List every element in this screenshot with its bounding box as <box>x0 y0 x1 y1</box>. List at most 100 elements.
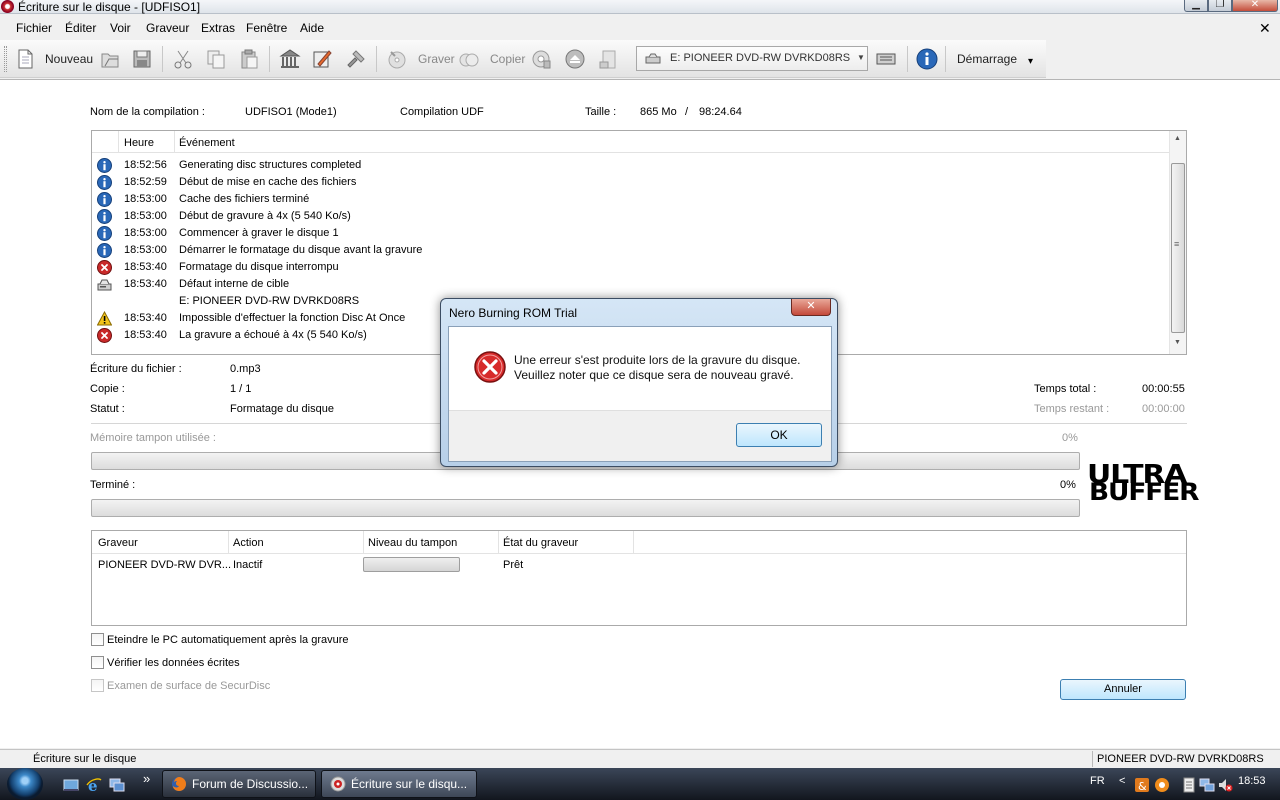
avast-tray-icon[interactable] <box>1154 777 1170 793</box>
menu-extras[interactable]: Extras <box>201 21 235 35</box>
menu-fenetre[interactable]: Fenêtre <box>246 21 287 35</box>
log-message: Impossible d'effectuer la fonction Disc … <box>179 312 406 324</box>
save-icon[interactable] <box>131 48 153 70</box>
ok-button[interactable]: OK <box>736 423 822 447</box>
recorder-table[interactable]: Graveur Action Niveau du tampon État du … <box>91 530 1187 626</box>
column-header-buffer-level[interactable]: Niveau du tampon <box>368 537 457 549</box>
log-row[interactable]: 18:53:00 Début de gravure à 4x (5 540 Ko/… <box>92 208 1169 225</box>
toolbar-separator <box>945 46 946 72</box>
info-icon[interactable] <box>916 48 938 70</box>
disc-library-icon[interactable] <box>279 48 301 70</box>
show-desktop-icon[interactable] <box>63 777 79 793</box>
dialog-message-line1: Une erreur s'est produite lors de la gra… <box>514 353 801 367</box>
menu-graveur[interactable]: Graveur <box>146 21 189 35</box>
cut-icon[interactable] <box>172 48 194 70</box>
recorder-name[interactable]: PIONEER DVD-RW DVR... <box>98 559 231 571</box>
minimize-button[interactable]: ▁ <box>1184 0 1208 12</box>
switch-windows-icon[interactable] <box>109 777 125 793</box>
burn-icon[interactable] <box>386 48 408 70</box>
close-button[interactable]: ✕ <box>1232 0 1278 12</box>
toolbar-grip[interactable] <box>4 46 7 72</box>
log-row[interactable]: 18:52:56 Generating disc structures compl… <box>92 157 1169 174</box>
menu-fichier[interactable]: Fichier <box>16 21 52 35</box>
network-tray-icon[interactable] <box>1199 777 1215 793</box>
start-button[interactable] <box>7 768 43 800</box>
taskbar-item-forum[interactable]: Forum de Discussio... <box>162 770 316 798</box>
log-row[interactable]: 18:53:40 Défaut interne de cible <box>92 276 1169 293</box>
internet-explorer-icon[interactable]: e <box>86 777 102 793</box>
taskbar-item-label: Forum de Discussio... <box>192 777 309 791</box>
column-header-recorder-state[interactable]: État du graveur <box>503 537 578 549</box>
column-separator <box>118 131 119 153</box>
column-header-action[interactable]: Action <box>233 537 264 549</box>
toolbar-overflow-icon[interactable]: ▾ <box>1028 56 1033 67</box>
copy-button[interactable]: Copier <box>490 52 525 66</box>
erase-disc-icon[interactable] <box>597 48 619 70</box>
dialog-close-button[interactable]: ✕ <box>791 299 831 316</box>
event-log-scrollbar[interactable]: ▲ ≡ ▼ <box>1169 131 1186 354</box>
quick-launch-more[interactable]: » <box>143 771 150 786</box>
volume-muted-icon[interactable] <box>1217 777 1233 793</box>
log-row[interactable]: 18:53:40 Formatage du disque interrompu <box>92 259 1169 276</box>
scroll-down-arrow-icon[interactable]: ▼ <box>1174 339 1181 346</box>
info-icon <box>97 175 112 190</box>
verify-checkbox[interactable] <box>91 656 104 669</box>
new-button[interactable]: Nouveau <box>45 52 93 66</box>
tools-icon[interactable] <box>345 48 367 70</box>
shutdown-checkbox[interactable] <box>91 633 104 646</box>
securdisc-checkbox-label[interactable]: Examen de surface de SecurDisc <box>107 680 270 692</box>
column-header-recorder[interactable]: Graveur <box>98 537 138 549</box>
new-document-icon[interactable] <box>14 48 36 70</box>
toolbar-separator <box>376 46 377 72</box>
document-close-icon[interactable]: ✕ <box>1259 20 1271 37</box>
shutdown-checkbox-label[interactable]: Eteindre le PC automatiquement après la … <box>107 634 349 646</box>
ubuntu-tray-icon[interactable]: & <box>1134 777 1150 793</box>
dvd-drive-icon <box>645 53 661 64</box>
menu-bar: Fichier Éditer Voir Graveur Extras Fenêt… <box>0 16 1280 40</box>
burn-button[interactable]: Graver <box>418 52 455 66</box>
log-time: 18:52:56 <box>124 159 167 171</box>
warning-icon <box>97 311 112 326</box>
paste-icon[interactable] <box>238 48 260 70</box>
language-indicator[interactable]: FR <box>1090 775 1105 787</box>
column-header-event[interactable]: Événement <box>179 137 235 149</box>
cover-designer-icon[interactable] <box>311 48 333 70</box>
disc-info-icon[interactable] <box>530 48 552 70</box>
drive-options-icon[interactable] <box>875 48 897 70</box>
clock[interactable]: 18:53 <box>1238 775 1266 787</box>
open-icon[interactable] <box>99 48 121 70</box>
cancel-button[interactable]: Annuler <box>1060 679 1186 700</box>
menu-aide[interactable]: Aide <box>300 21 324 35</box>
copy-icon[interactable] <box>205 48 227 70</box>
status-bar: Écriture sur le disque PIONEER DVD-RW DV… <box>0 749 1280 768</box>
file-label: Écriture du fichier : <box>90 363 182 375</box>
securdisc-checkbox[interactable] <box>91 679 104 692</box>
log-row[interactable]: 18:53:00 Commencer à graver le disque 1 <box>92 225 1169 242</box>
log-message: Commencer à graver le disque 1 <box>179 227 339 239</box>
log-message: Défaut interne de cible <box>179 278 290 290</box>
error-icon <box>97 328 112 343</box>
file-value: 0.mp3 <box>230 363 261 375</box>
compilation-name-label: Nom de la compilation : <box>90 106 205 118</box>
column-header-time[interactable]: Heure <box>124 137 154 149</box>
recorder-state: Prêt <box>503 559 524 571</box>
window-title: Écriture sur le disque - [UDFISO1] <box>18 0 201 14</box>
scroll-up-arrow-icon[interactable]: ▲ <box>1174 135 1181 142</box>
drive-select[interactable]: E: PIONEER DVD-RW DVRKD08RS ▼ <box>636 46 868 71</box>
menu-editer[interactable]: Éditer <box>65 21 96 35</box>
log-message: La gravure a échoué à 4x (5 540 Ko/s) <box>179 329 367 341</box>
log-row[interactable]: 18:52:59 Début de mise en cache des fichi… <box>92 174 1169 191</box>
nero-app-icon[interactable] <box>1 0 14 13</box>
copy-disc-icon[interactable] <box>458 48 480 70</box>
log-row[interactable]: 18:53:00 Démarrer le formatage du disque … <box>92 242 1169 259</box>
log-row[interactable]: 18:53:00 Cache des fichiers terminé <box>92 191 1169 208</box>
taskbar-item-nero[interactable]: Écriture sur le disqu... <box>321 770 477 798</box>
show-hidden-icons[interactable]: < <box>1119 775 1125 787</box>
log-time: 18:53:00 <box>124 227 167 239</box>
maximize-button[interactable]: ❐ <box>1208 0 1232 12</box>
verify-checkbox-label[interactable]: Vérifier les données écrites <box>107 657 240 669</box>
menu-voir[interactable]: Voir <box>110 21 131 35</box>
eject-icon[interactable] <box>564 48 586 70</box>
documents-tray-icon[interactable] <box>1181 777 1197 793</box>
start-button[interactable]: Démarrage <box>957 52 1017 66</box>
